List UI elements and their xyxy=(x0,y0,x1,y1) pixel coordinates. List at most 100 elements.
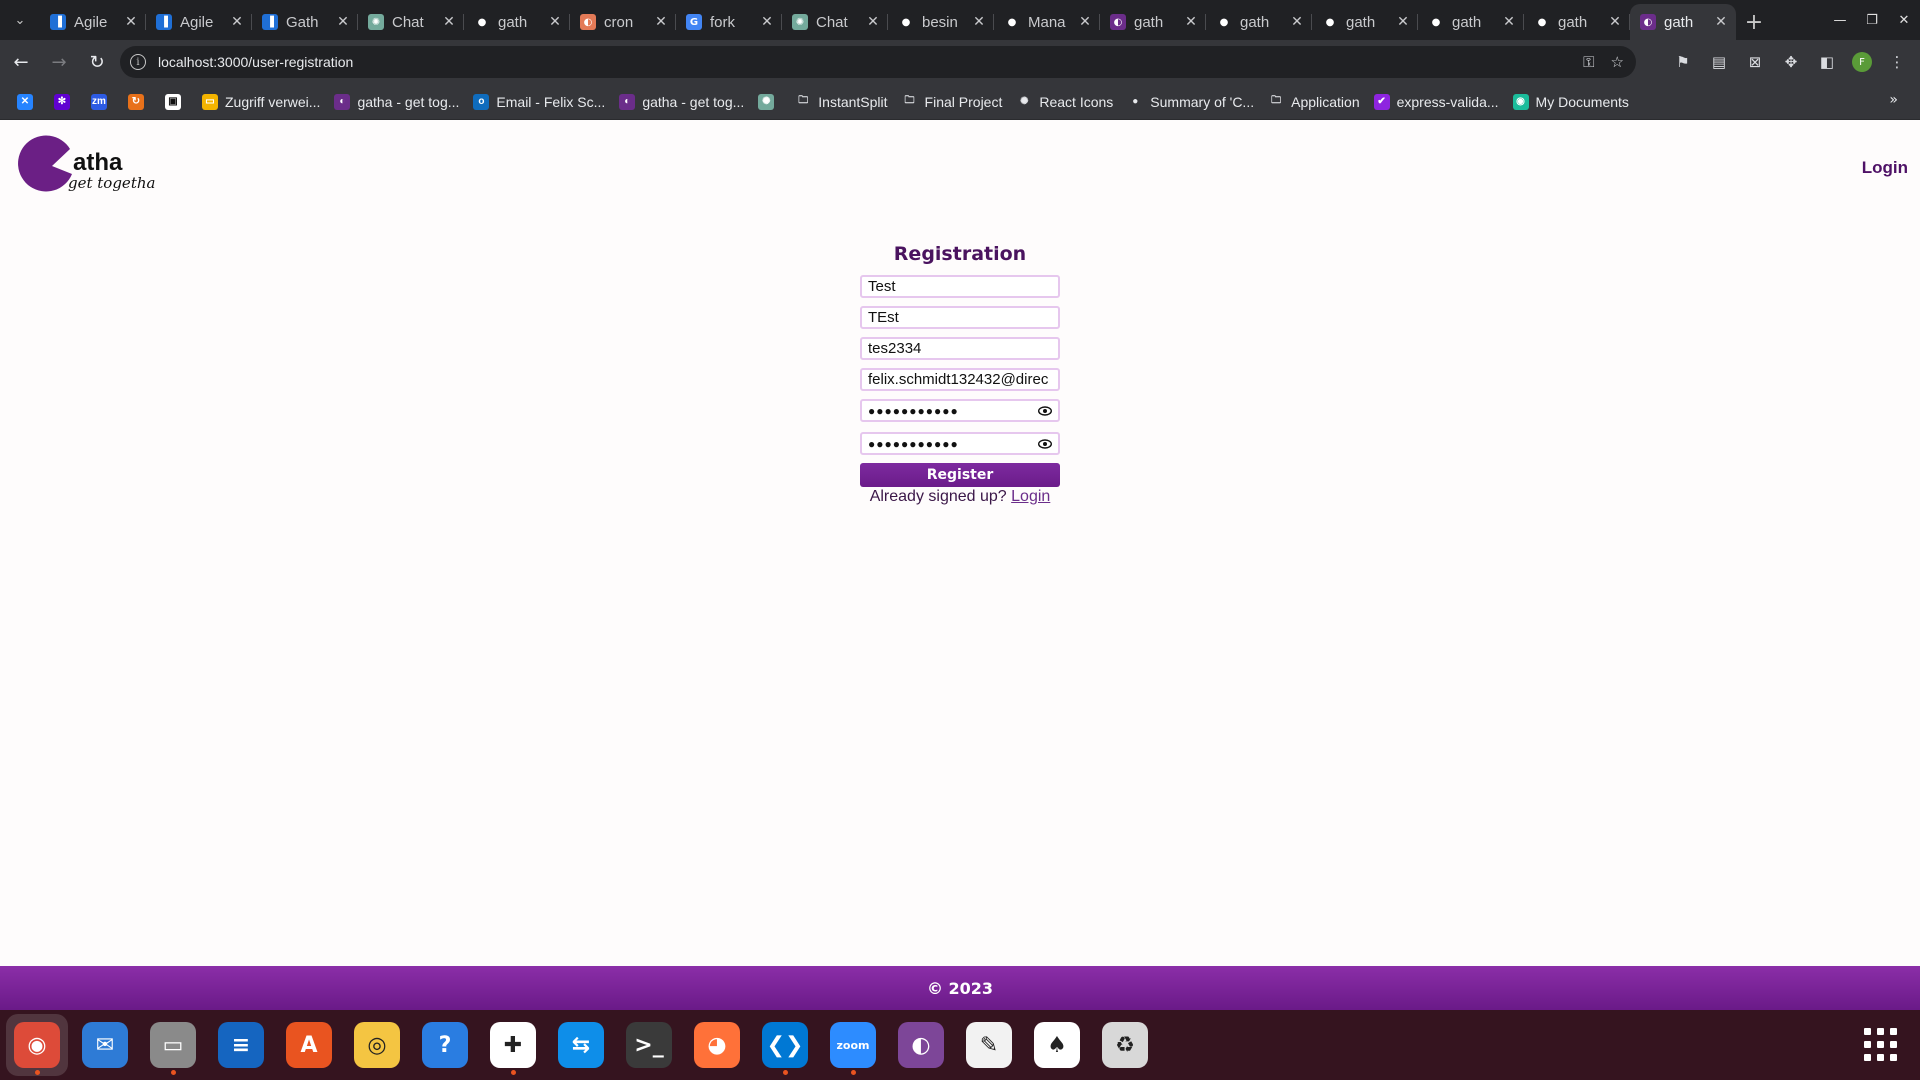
browser-tab[interactable]: ▐ Gath ✕ xyxy=(252,4,358,40)
dock-item-zoom[interactable]: zoom xyxy=(822,1014,884,1076)
username-field[interactable] xyxy=(860,337,1060,360)
tab-close-icon[interactable]: ✕ xyxy=(1396,14,1410,30)
tab-close-icon[interactable]: ✕ xyxy=(1184,14,1198,30)
tab-close-icon[interactable]: ✕ xyxy=(1078,14,1092,30)
password-key-icon[interactable]: ⚿ xyxy=(1583,53,1594,71)
browser-tab[interactable]: Gfork ✕ xyxy=(676,4,782,40)
extensions-puzzle-icon[interactable]: ✥ xyxy=(1780,51,1802,73)
bookmark-item[interactable]: ✻ xyxy=(47,88,84,116)
tab-close-icon[interactable]: ✕ xyxy=(1608,14,1622,30)
bookmark-item[interactable]: zm xyxy=(84,88,121,116)
confirm-password-field[interactable]: ●●●●●●●●●●● xyxy=(860,432,1060,455)
bookmark-item[interactable]: ✔ express-valida... xyxy=(1367,88,1506,116)
dock-item-thunderbird[interactable]: ✉ xyxy=(74,1014,136,1076)
dock-item-trash[interactable]: ♻ xyxy=(1094,1014,1156,1076)
dock-item-rhythmbox[interactable]: ◎ xyxy=(346,1014,408,1076)
first-name-field[interactable] xyxy=(860,275,1060,298)
bookmark-item[interactable]: ◐ gatha - get tog... xyxy=(612,88,751,116)
show-password-eye-icon[interactable] xyxy=(1038,405,1052,416)
maximize-icon[interactable]: ❐ xyxy=(1856,0,1888,40)
tab-close-icon[interactable]: ✕ xyxy=(124,14,138,30)
dock-item-mongodb[interactable]: ♠ xyxy=(1026,1014,1088,1076)
extension-doc-icon[interactable]: ▤ xyxy=(1708,51,1730,73)
email-field[interactable] xyxy=(860,368,1060,391)
email-input[interactable] xyxy=(868,371,1052,388)
tab-close-icon[interactable]: ✕ xyxy=(548,14,562,30)
browser-tab[interactable]: ● Mana ✕ xyxy=(994,4,1100,40)
dock-item-app-store[interactable]: A xyxy=(278,1014,340,1076)
show-confirm-password-eye-icon[interactable] xyxy=(1038,438,1052,449)
tab-close-icon[interactable]: ✕ xyxy=(866,14,880,30)
tab-close-icon[interactable]: ✕ xyxy=(442,14,456,30)
menu-kebab-icon[interactable]: ⋮ xyxy=(1886,51,1908,73)
back-icon[interactable]: ← xyxy=(4,45,38,79)
browser-tab[interactable]: ◐ gath ✕ xyxy=(1100,4,1206,40)
bookmark-item[interactable]: ◐ gatha - get tog... xyxy=(327,88,466,116)
bookmark-star-icon[interactable]: ☆ xyxy=(1611,53,1624,71)
login-link[interactable]: Login xyxy=(1011,488,1050,505)
tab-close-icon[interactable]: ✕ xyxy=(1714,14,1728,30)
dock-item-text-editor[interactable]: ✎ xyxy=(958,1014,1020,1076)
show-apps-icon[interactable] xyxy=(1864,1028,1898,1062)
browser-tab[interactable]: ✺ Chat ✕ xyxy=(782,4,888,40)
address-bar[interactable]: i localhost:3000/user-registration ⚿ ☆ xyxy=(120,46,1636,78)
browser-tab[interactable]: ● gath ✕ xyxy=(1418,4,1524,40)
browser-tab[interactable]: ✺ Chat ✕ xyxy=(358,4,464,40)
browser-tab[interactable]: ● besin ✕ xyxy=(888,4,994,40)
username-input[interactable] xyxy=(868,340,1052,357)
tab-close-icon[interactable]: ✕ xyxy=(1290,14,1304,30)
minimize-icon[interactable]: — xyxy=(1824,0,1856,40)
bookmark-item[interactable]: 🗀 Final Project xyxy=(895,88,1010,116)
tab-close-icon[interactable]: ✕ xyxy=(1502,14,1516,30)
dock-item-files[interactable]: ▭ xyxy=(142,1014,204,1076)
browser-tab[interactable]: ● gath ✕ xyxy=(1524,4,1630,40)
bookmark-item[interactable]: ▣ xyxy=(158,88,195,116)
dock-item-terminal[interactable]: >_ xyxy=(618,1014,680,1076)
dock-item-tor[interactable]: ◐ xyxy=(890,1014,952,1076)
header-login-link[interactable]: Login xyxy=(1862,158,1908,178)
forward-icon[interactable]: → xyxy=(42,45,76,79)
dock-item-teamviewer[interactable]: ⇆ xyxy=(550,1014,612,1076)
last-name-field[interactable] xyxy=(860,306,1060,329)
browser-tab[interactable]: ▐ Agile ✕ xyxy=(146,4,252,40)
profile-avatar[interactable]: F xyxy=(1852,52,1872,72)
bookmark-item[interactable]: o Email - Felix Sc... xyxy=(466,88,612,116)
browser-tab[interactable]: ◐ gath ✕ xyxy=(1630,4,1736,40)
browser-tab[interactable]: ● gath ✕ xyxy=(1312,4,1418,40)
tab-close-icon[interactable]: ✕ xyxy=(230,14,244,30)
dock-item-slack[interactable]: ✚ xyxy=(482,1014,544,1076)
browser-tab[interactable]: ● gath ✕ xyxy=(464,4,570,40)
dock-item-firefox[interactable]: ◕ xyxy=(686,1014,748,1076)
bookmark-item[interactable]: ◉ My Documents xyxy=(1506,88,1636,116)
password-field[interactable]: ●●●●●●●●●●● xyxy=(860,399,1060,422)
bookmark-item[interactable]: 🗀 InstantSplit xyxy=(788,88,894,116)
password-input[interactable]: ●●●●●●●●●●● xyxy=(868,404,1038,418)
bookmarks-overflow-icon[interactable]: » xyxy=(1889,92,1898,108)
tab-close-icon[interactable]: ✕ xyxy=(972,14,986,30)
tab-close-icon[interactable]: ✕ xyxy=(654,14,668,30)
bookmark-item[interactable]: ✕ xyxy=(10,88,47,116)
extension-x-icon[interactable]: ⊠ xyxy=(1744,51,1766,73)
dock-item-chrome[interactable]: ◉ xyxy=(6,1014,68,1076)
bookmark-item[interactable]: 🗀 Application xyxy=(1261,88,1367,116)
close-window-icon[interactable]: ✕ xyxy=(1888,0,1920,40)
bookmark-item[interactable]: ↻ xyxy=(121,88,158,116)
dock-item-writer[interactable]: ≡ xyxy=(210,1014,272,1076)
browser-tab[interactable]: ◐ cron ✕ xyxy=(570,4,676,40)
url-text[interactable]: localhost:3000/user-registration xyxy=(158,54,353,70)
dock-item-help[interactable]: ? xyxy=(414,1014,476,1076)
tab-close-icon[interactable]: ✕ xyxy=(760,14,774,30)
side-panel-icon[interactable]: ◧ xyxy=(1816,51,1838,73)
site-info-icon[interactable]: i xyxy=(130,54,146,70)
gatha-logo[interactable]: atha get togetha xyxy=(16,134,156,196)
bookmark-item[interactable]: ▭ Zugriff verwei... xyxy=(195,88,327,116)
tab-search-icon[interactable]: ⌄ xyxy=(0,0,40,40)
extension-badge-icon[interactable]: ⚑ xyxy=(1672,51,1694,73)
browser-tab[interactable]: ● gath ✕ xyxy=(1206,4,1312,40)
bookmark-item[interactable]: ✺ React Icons xyxy=(1009,88,1120,116)
confirm-password-input[interactable]: ●●●●●●●●●●● xyxy=(868,437,1038,451)
dock-item-vscode[interactable]: ❮❯ xyxy=(754,1014,816,1076)
bookmark-item[interactable]: ● Summary of 'C... xyxy=(1120,88,1261,116)
tab-close-icon[interactable]: ✕ xyxy=(336,14,350,30)
new-tab-button[interactable]: + xyxy=(1736,4,1772,40)
